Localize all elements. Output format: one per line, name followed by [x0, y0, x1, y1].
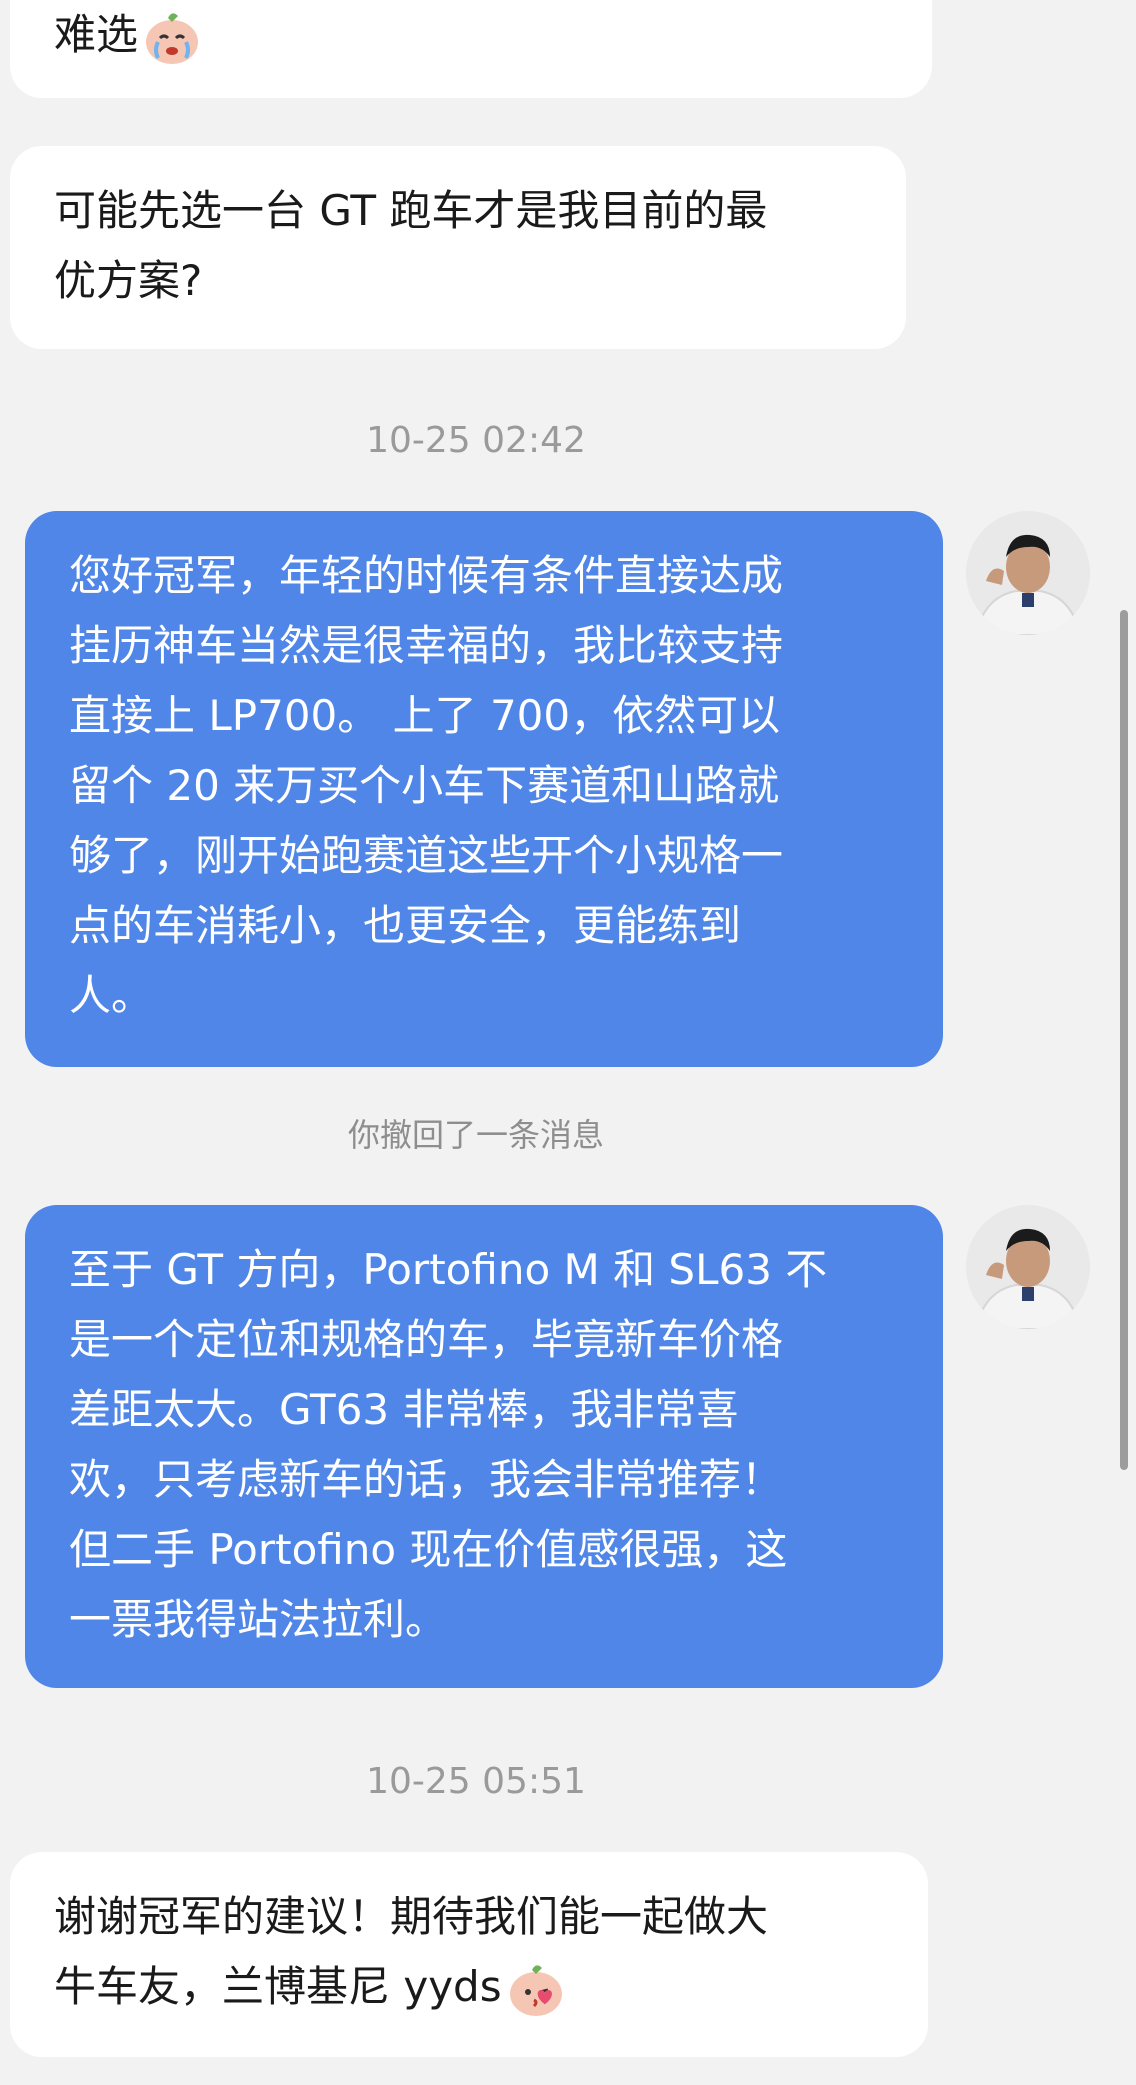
crying-peach-emoji-icon	[146, 12, 199, 64]
avatar-image	[966, 511, 1090, 635]
message-bubble-received[interactable]: 难选	[10, 0, 932, 98]
kissing-peach-emoji-icon	[509, 1964, 562, 2016]
message-line: 您好冠军，年轻的时候有条件直接达成	[69, 551, 784, 600]
message-line: 是一个定位和规格的车，毕竟新车价格	[69, 1315, 784, 1364]
message-bubble-received[interactable]: 谢谢冠军的建议！期待我们能一起做大 牛车友，兰博基尼 yyds	[10, 1852, 928, 2057]
message-line: 但二手 Portofino 现在价值感很强，这	[69, 1525, 788, 1574]
scrollbar[interactable]	[1120, 610, 1128, 1470]
message-timestamp: 10-25 02:42	[366, 420, 586, 461]
user-avatar-icon[interactable]	[966, 1205, 1090, 1329]
chat-view: 难选 可能先选一台 GT 跑车才是我目前的最 优方案? 10-25 02:42 …	[0, 0, 1136, 2085]
message-timestamp: 10-25 05:51	[366, 1761, 586, 1802]
message-line: 牛车友，兰博基尼 yyds	[54, 1952, 884, 2022]
message-line: 谢谢冠军的建议！期待我们能一起做大	[54, 1892, 769, 1941]
message-line: 留个 20 来万买个小车下赛道和山路就	[69, 761, 780, 810]
message-line: 点的车消耗小，也更安全，更能练到	[69, 901, 742, 950]
message-line: 可能先选一台 GT 跑车才是我目前的最	[54, 186, 768, 235]
message-line: 难选	[54, 0, 888, 70]
message-bubble-sent[interactable]: 您好冠军，年轻的时候有条件直接达成 挂历神车当然是很幸福的，我比较支持 直接上 …	[25, 511, 943, 1067]
message-line: 直接上 LP700。 上了 700，依然可以	[69, 691, 781, 740]
message-line: 挂历神车当然是很幸福的，我比较支持	[69, 621, 784, 670]
message-line: 优方案?	[54, 256, 203, 305]
message-line: 欢，只考虑新车的话，我会非常推荐！	[69, 1455, 784, 1504]
avatar-image	[966, 1205, 1090, 1329]
message-line: 人。	[69, 971, 154, 1020]
message-line: 一票我得站法拉利。	[69, 1595, 448, 1644]
message-line: 差距太大。GT63 非常棒，我非常喜	[69, 1385, 739, 1434]
recall-notice: 你撤回了一条消息	[347, 1116, 604, 1154]
message-line: 够了，刚开始跑赛道这些开个小规格一	[69, 831, 784, 880]
user-avatar-icon[interactable]	[966, 511, 1090, 635]
message-line: 至于 GT 方向，Portofino M 和 SL63 不	[69, 1245, 828, 1294]
message-bubble-received[interactable]: 可能先选一台 GT 跑车才是我目前的最 优方案?	[10, 146, 906, 349]
message-bubble-sent[interactable]: 至于 GT 方向，Portofino M 和 SL63 不 是一个定位和规格的车…	[25, 1205, 943, 1688]
